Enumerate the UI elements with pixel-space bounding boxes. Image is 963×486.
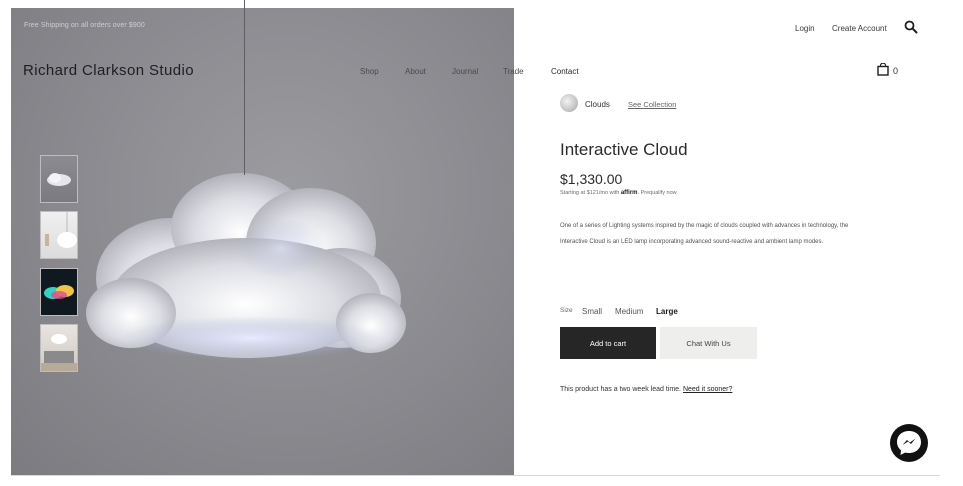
chat-with-us-button[interactable]: Chat With Us bbox=[660, 327, 757, 359]
see-collection-link[interactable]: See Collection bbox=[628, 100, 676, 109]
add-to-cart-button[interactable]: Add to cart bbox=[560, 327, 656, 359]
financing-prefix: Starting at $121/mo with bbox=[560, 190, 620, 196]
nav-shop[interactable]: Shop bbox=[360, 67, 379, 76]
shopping-bag-icon[interactable] bbox=[877, 62, 889, 81]
nav-about[interactable]: About bbox=[405, 67, 426, 76]
messenger-icon[interactable] bbox=[889, 423, 929, 468]
product-description: One of a series of Lighting systems insp… bbox=[560, 223, 849, 245]
search-icon[interactable] bbox=[904, 20, 918, 39]
thumbnail-2[interactable] bbox=[40, 211, 78, 259]
login-link[interactable]: Login bbox=[795, 24, 815, 33]
nav-contact[interactable]: Contact bbox=[551, 67, 579, 76]
product-title: Interactive Cloud bbox=[560, 140, 688, 159]
promo-banner: Free Shipping on all orders over $900 bbox=[24, 22, 145, 29]
page-divider bbox=[11, 475, 940, 476]
size-label: Size bbox=[560, 307, 573, 314]
collection-thumbnail[interactable] bbox=[560, 94, 578, 112]
nav-trade[interactable]: Trade bbox=[503, 67, 524, 76]
need-it-sooner-link[interactable]: Need it sooner? bbox=[683, 386, 732, 393]
thumbnail-3[interactable] bbox=[40, 268, 78, 316]
add-to-cart-label: Add to cart bbox=[589, 338, 627, 348]
chat-with-us-label: Chat With Us bbox=[686, 338, 731, 348]
product-price: $1,330.00 bbox=[560, 171, 623, 187]
lead-time-text: This product has a two week lead time. bbox=[560, 386, 682, 393]
nav-journal[interactable]: Journal bbox=[452, 67, 478, 76]
size-option-medium[interactable]: Medium bbox=[615, 307, 643, 316]
size-option-large[interactable]: Large bbox=[656, 307, 678, 316]
prequalify-link[interactable]: . Prequalify now bbox=[638, 190, 677, 196]
thumbnail-4[interactable] bbox=[40, 324, 78, 372]
create-account-link[interactable]: Create Account bbox=[832, 24, 887, 33]
size-option-small[interactable]: Small bbox=[582, 307, 602, 316]
thumbnail-1[interactable] bbox=[40, 155, 78, 203]
collection-name: Clouds bbox=[585, 100, 610, 109]
affirm-logo: affirm bbox=[620, 190, 638, 196]
lamp-cord bbox=[244, 0, 245, 175]
cart-count[interactable]: 0 bbox=[893, 66, 898, 76]
lead-time-note: This product has a two week lead time. N… bbox=[560, 386, 732, 393]
financing-note: Starting at $121/mo with affirm. Prequal… bbox=[560, 190, 677, 196]
brand-logo[interactable]: Richard Clarkson Studio bbox=[23, 62, 194, 79]
